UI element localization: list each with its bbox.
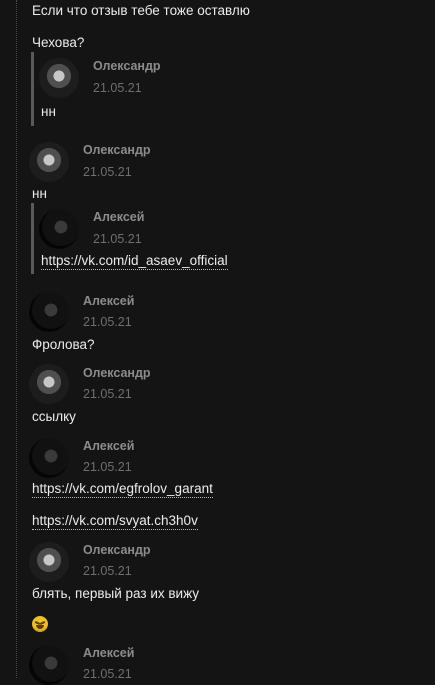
message-text: блять, первый раз их вижу	[32, 586, 200, 601]
author-name[interactable]: Олександр	[83, 366, 151, 380]
message-date: 21.05.21	[83, 315, 132, 329]
message-date: 21.05.21	[83, 387, 132, 401]
thread-rule	[16, 0, 17, 678]
message-date: 21.05.21	[83, 667, 132, 681]
avatar[interactable]	[29, 645, 69, 685]
message-date: 21.05.21	[83, 564, 132, 578]
message-text: ссылку	[32, 409, 76, 424]
message-link[interactable]: https://vk.com/id_asaev_official	[41, 253, 228, 270]
author-name[interactable]: Олександр	[83, 143, 151, 157]
author-name[interactable]: Алексей	[83, 294, 134, 308]
avatar[interactable]	[29, 542, 69, 582]
avatar[interactable]	[29, 438, 69, 478]
message-date: 21.05.21	[93, 81, 142, 95]
message-link[interactable]: https://vk.com/egfrolov_garant	[32, 481, 213, 498]
grinning-emoji-icon	[32, 616, 48, 632]
message-text: Если что отзыв тебе тоже оставлю	[32, 3, 250, 18]
avatar[interactable]	[39, 58, 79, 98]
message-text: нн	[32, 186, 47, 201]
avatar[interactable]	[29, 364, 69, 404]
message-text: Чехова?	[32, 35, 85, 50]
message-date: 21.05.21	[83, 165, 132, 179]
quote-bar	[31, 52, 34, 126]
quoted-text: нн	[41, 104, 56, 119]
message-text: Фролова?	[32, 337, 95, 352]
avatar[interactable]	[29, 142, 69, 182]
message-date: 21.05.21	[83, 460, 132, 474]
message-date: 21.05.21	[93, 232, 142, 246]
author-name[interactable]: Алексей	[83, 439, 134, 453]
avatar[interactable]	[39, 209, 79, 249]
message-link[interactable]: https://vk.com/svyat.ch3h0v	[32, 513, 198, 530]
author-name[interactable]: Алексей	[83, 646, 134, 660]
quote-bar	[31, 203, 34, 274]
author-name[interactable]: Алексей	[93, 210, 144, 224]
author-name[interactable]: Олександр	[83, 543, 151, 557]
author-name[interactable]: Олександр	[93, 59, 161, 73]
avatar[interactable]	[29, 292, 69, 332]
